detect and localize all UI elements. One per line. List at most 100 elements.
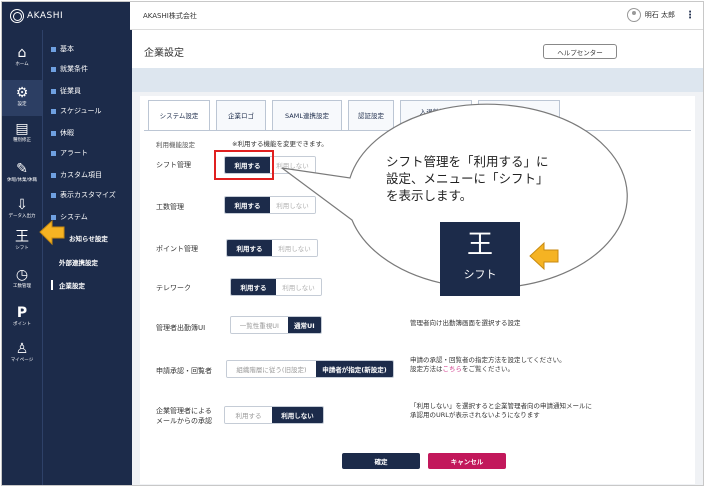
- point-toggle: 利用する 利用しない: [226, 239, 318, 257]
- bullet-icon: [51, 108, 56, 114]
- rail-item-correction[interactable]: ▤ 種別修正: [2, 116, 42, 152]
- bullet-icon: [51, 214, 56, 220]
- rail-label: ポイント: [13, 322, 31, 327]
- telework-toggle: 利用する 利用しない: [230, 278, 322, 296]
- mail-approval-note: 「利用しない」を選択すると企業管理者向の申請通知メールに 承認用のURLが表示さ…: [410, 402, 592, 420]
- tab-divider: [144, 130, 691, 131]
- tab-company-logo[interactable]: 企業ロゴ: [216, 100, 266, 130]
- menu-item-work-conditions[interactable]: 就業条件: [51, 64, 88, 74]
- logo[interactable]: AKASHI: [2, 2, 130, 30]
- approval-note-line1: 申請の承認・回覧者の指定方法を設定してください。: [410, 356, 566, 364]
- rail-label: シフト: [15, 246, 29, 251]
- callout-line2: 設定、メニューに「シフト」: [386, 171, 549, 186]
- approval-note-text: 設定方法は: [410, 365, 443, 373]
- callout-line1: シフト管理を「利用する」に: [386, 154, 549, 169]
- rail-item-point[interactable]: P ポイント: [2, 300, 42, 336]
- menu-label: アラート: [60, 149, 88, 157]
- rail-item-kosu[interactable]: ◷ 工数管理: [2, 262, 42, 298]
- tab-auth[interactable]: 認証設定: [348, 100, 394, 130]
- mail-note-line1: 「利用しない」を選択すると企業管理者向の申請通知メールに: [410, 402, 592, 410]
- rail-label: データ入出力: [8, 214, 36, 219]
- tab-output-items[interactable]: 企業設定出力項目: [478, 100, 560, 130]
- callout-text: シフト管理を「利用する」に 設定、メニューに「シフト」 を表示します。: [386, 153, 606, 204]
- bullet-icon: [51, 150, 56, 156]
- manager-ui-label: 管理者出勤簿UI: [156, 324, 206, 332]
- menu-item-leave[interactable]: 休暇: [51, 128, 74, 138]
- rail-item-data-io[interactable]: ⇩ データ入出力: [2, 192, 42, 228]
- menu-item-alert[interactable]: アラート: [51, 148, 88, 158]
- rail-label: ホーム: [15, 62, 29, 67]
- kosu-off-option[interactable]: 利用しない: [270, 197, 315, 213]
- tab-system-settings[interactable]: システム設定: [148, 100, 210, 131]
- manager-ui-note: 管理者向け出勤簿画面を選択する設定: [410, 319, 521, 327]
- rail-item-shift[interactable]: 王 シフト: [2, 224, 42, 260]
- shift-off-option[interactable]: 利用しない: [270, 157, 315, 173]
- ui-old-option[interactable]: 一覧性重視UI: [231, 317, 288, 333]
- approval-note-line2: 設定方法はこちらをご覧ください。: [410, 365, 566, 374]
- shift-menu-tile: 王 シフト: [440, 222, 520, 296]
- menu-item-schedule[interactable]: スケジュール: [51, 106, 102, 116]
- approval-new-option[interactable]: 申請者が指定(新設定): [315, 361, 393, 377]
- kebab-menu-icon[interactable]: ⋮: [685, 10, 695, 21]
- menu-item-basic[interactable]: 基本: [51, 44, 74, 54]
- clipboard-icon: ▤: [15, 121, 29, 137]
- menu-item-custom-fields[interactable]: カスタム項目: [51, 170, 102, 180]
- menu-sub-company-settings[interactable]: 企業設定: [51, 280, 85, 290]
- mail-approval-label: 企業管理者による メールからの承認: [156, 406, 212, 426]
- point-label: ポイント管理: [156, 245, 198, 253]
- top-bar: AKASHI AKASHI株式会社 明石 太郎 ⋮: [2, 2, 703, 30]
- bullet-icon: [51, 66, 56, 72]
- mail-off-option[interactable]: 利用しない: [272, 407, 323, 423]
- rail-item-settings[interactable]: ⚙ 設定: [2, 80, 42, 116]
- confirm-button[interactable]: 確定: [342, 453, 420, 469]
- bullet-icon: [51, 130, 56, 136]
- bullet-icon: [51, 88, 56, 94]
- rail-item-mypage[interactable]: ♙ マイページ: [2, 336, 42, 372]
- page-title: 企業設定: [144, 48, 184, 59]
- point-icon: P: [16, 305, 28, 321]
- menu-sub-external-integration[interactable]: 外部連携設定: [59, 257, 98, 267]
- feature-settings-note: ※利用する機能を変更できます。: [232, 140, 328, 148]
- menu-sub-notice-settings[interactable]: お知らせ設定: [69, 233, 108, 243]
- telework-label: テレワーク: [156, 284, 191, 292]
- cancel-button[interactable]: キャンセル: [428, 453, 506, 469]
- shift-label: シフト管理: [156, 161, 191, 169]
- user-name: 明石 太郎: [644, 11, 675, 19]
- mail-note-line2: 承認用のURLが表示されないようになります: [410, 411, 540, 419]
- point-off-option[interactable]: 利用しない: [272, 240, 317, 256]
- user-menu[interactable]: 明石 太郎 ⋮: [626, 8, 695, 22]
- tab-saml[interactable]: SAML連携設定: [272, 100, 342, 130]
- shift-tile-label: シフト: [463, 268, 497, 281]
- header-band: [132, 68, 703, 92]
- tab-pc-logon[interactable]: 入退館連携 PCログオン連携: [400, 100, 472, 130]
- menu-item-employees[interactable]: 従業員: [51, 86, 81, 96]
- mail-approval-label-line1: 企業管理者による: [156, 407, 212, 415]
- mail-on-option[interactable]: 利用する: [225, 407, 273, 423]
- menu-item-system[interactable]: システム: [51, 212, 88, 222]
- ui-new-option[interactable]: 通常UI: [287, 317, 321, 333]
- rail-item-home[interactable]: ⌂ ホーム: [2, 40, 42, 76]
- point-on-option[interactable]: 利用する: [227, 240, 272, 256]
- screenshot-frame: AKASHI AKASHI株式会社 明石 太郎 ⋮ ⌂ ホーム ⚙ 設定 ▤ 種…: [1, 1, 704, 486]
- telework-on-option[interactable]: 利用する: [231, 279, 276, 295]
- approval-help-link[interactable]: こちら: [443, 365, 463, 373]
- menu-label: 従業員: [60, 87, 81, 95]
- menu-item-display-customize[interactable]: 表示カスタマイズ: [51, 190, 116, 200]
- help-center-button[interactable]: ヘルプセンター: [543, 44, 617, 59]
- page-header: 企業設定 ヘルプセンター: [132, 30, 703, 68]
- approval-old-option[interactable]: 組織階層に従う(旧設定): [227, 361, 316, 377]
- person-icon: ♙: [15, 341, 29, 357]
- rail-label: マイページ: [10, 358, 34, 363]
- telework-off-option[interactable]: 利用しない: [276, 279, 321, 295]
- mail-approval-label-line2: メールからの承認: [156, 417, 212, 425]
- bullet-icon: [51, 46, 56, 52]
- kosu-on-option[interactable]: 利用する: [225, 197, 270, 213]
- rail-item-leave[interactable]: ✎ 休暇/休業/休職: [2, 156, 42, 192]
- kosu-label: 工数管理: [156, 203, 184, 211]
- gear-icon: ⚙: [15, 85, 29, 101]
- clock-icon: ◷: [15, 267, 29, 283]
- company-name: AKASHI株式会社: [143, 12, 197, 20]
- download-icon: ⇩: [16, 197, 28, 213]
- bullet-icon: [51, 172, 56, 178]
- rail-label: 種別修正: [13, 138, 31, 143]
